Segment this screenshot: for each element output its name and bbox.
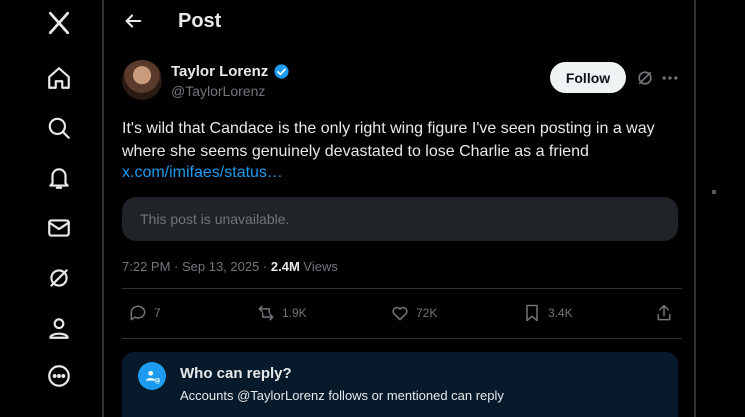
- share-button[interactable]: [654, 303, 674, 323]
- post-link[interactable]: x.com/imifaes/status…: [122, 164, 283, 182]
- reply-restriction-subtitle: Accounts @TaylorLorenz follows or mentio…: [180, 388, 504, 403]
- reply-restriction-notice: @ Who can reply? Accounts @TaylorLorenz …: [122, 352, 678, 417]
- post-meta: 7:22 PM · Sep 13, 2025 · 2.4M Views: [122, 259, 338, 274]
- more-icon[interactable]: [44, 361, 74, 391]
- bookmark-button[interactable]: 3.4K: [522, 303, 573, 323]
- column-divider-right: [694, 0, 696, 417]
- bookmark-count: 3.4K: [548, 306, 573, 320]
- like-button[interactable]: 72K: [390, 303, 437, 323]
- messages-icon[interactable]: [44, 213, 74, 243]
- like-count: 72K: [416, 306, 438, 320]
- home-icon[interactable]: [44, 63, 74, 93]
- reply-icon: [130, 305, 146, 321]
- bookmark-icon: [526, 304, 538, 322]
- divider: [122, 338, 682, 339]
- post-actions: 7 1.9K 72K 3.4K: [122, 303, 678, 331]
- grok-icon[interactable]: [635, 68, 655, 88]
- author-handle[interactable]: @TaylorLorenz: [171, 83, 265, 99]
- views-label: Views: [299, 259, 338, 274]
- heart-icon: [392, 306, 408, 321]
- mention-icon: @: [138, 362, 166, 390]
- reply-restriction-title: Who can reply?: [180, 365, 292, 382]
- repost-count: 1.9K: [282, 306, 307, 320]
- search-icon[interactable]: [44, 113, 74, 143]
- svg-text:@: @: [155, 378, 160, 384]
- notifications-icon[interactable]: [44, 163, 74, 193]
- author-name-row[interactable]: Taylor Lorenz: [171, 63, 290, 80]
- post-text: It's wild that Candace is the only right…: [122, 120, 655, 160]
- reply-button[interactable]: 7: [128, 303, 161, 323]
- more-options-icon[interactable]: [660, 68, 680, 88]
- cursor-marker: [712, 190, 716, 194]
- repost-button[interactable]: 1.9K: [256, 303, 307, 323]
- reply-count: 7: [154, 306, 161, 320]
- follow-button[interactable]: Follow: [550, 62, 626, 93]
- author-name[interactable]: Taylor Lorenz: [171, 63, 268, 80]
- back-arrow-icon[interactable]: [122, 10, 148, 36]
- left-nav: [0, 0, 104, 417]
- divider: [122, 288, 682, 289]
- verified-badge-icon: [274, 64, 289, 79]
- share-icon: [657, 304, 671, 321]
- quoted-post-unavailable: This post is unavailable.: [122, 197, 678, 241]
- profile-icon[interactable]: [44, 313, 74, 343]
- views-count: 2.4M: [270, 259, 300, 274]
- post-detail: Post Taylor Lorenz @TaylorLorenz Follow …: [104, 0, 694, 417]
- page-title: Post: [178, 10, 222, 32]
- repost-icon: [258, 305, 274, 321]
- x-logo-icon[interactable]: [44, 8, 74, 38]
- avatar[interactable]: [122, 60, 162, 100]
- post-timestamp[interactable]: 7:22 PM · Sep 13, 2025 ·: [122, 259, 271, 274]
- grok-icon[interactable]: [44, 263, 74, 293]
